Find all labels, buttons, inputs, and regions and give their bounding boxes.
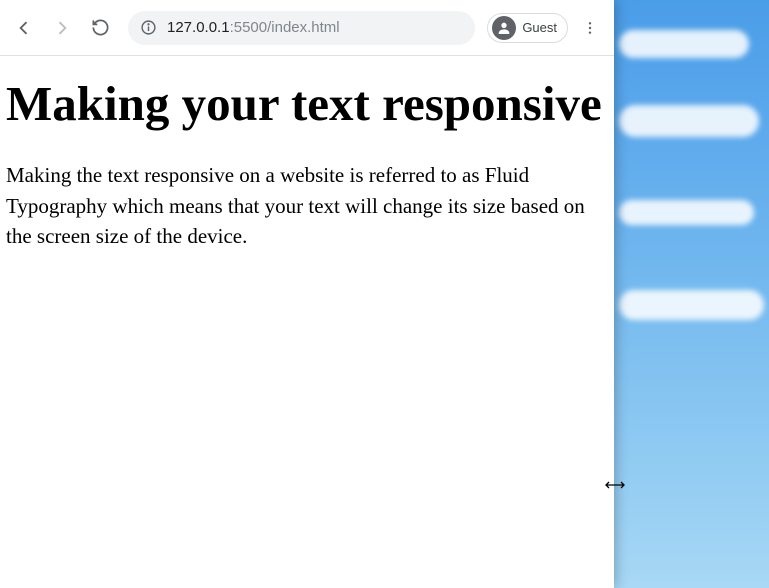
browser-window: 127.0.0.1:5500/index.html Guest Making y… xyxy=(0,0,614,588)
reload-icon xyxy=(91,18,110,37)
info-icon xyxy=(140,19,157,36)
avatar-icon xyxy=(492,16,516,40)
desktop-cloud xyxy=(619,105,759,137)
back-button[interactable] xyxy=(8,12,40,44)
url-text: 127.0.0.1:5500/index.html xyxy=(167,19,340,36)
menu-icon xyxy=(582,20,598,36)
profile-button[interactable]: Guest xyxy=(487,13,568,43)
address-bar[interactable]: 127.0.0.1:5500/index.html xyxy=(128,11,475,45)
back-icon xyxy=(14,18,34,38)
desktop-cloud xyxy=(619,200,754,225)
page-paragraph: Making the text responsive on a website … xyxy=(6,160,596,251)
forward-icon xyxy=(52,18,72,38)
menu-button[interactable] xyxy=(574,12,606,44)
forward-button[interactable] xyxy=(46,12,78,44)
reload-button[interactable] xyxy=(84,12,116,44)
page-heading: Making your text responsive xyxy=(6,76,608,132)
desktop-cloud xyxy=(619,30,749,58)
profile-label: Guest xyxy=(522,20,557,35)
page-content: Making your text responsive Making the t… xyxy=(0,56,614,588)
browser-toolbar: 127.0.0.1:5500/index.html Guest xyxy=(0,0,614,56)
desktop-cloud xyxy=(619,290,764,320)
